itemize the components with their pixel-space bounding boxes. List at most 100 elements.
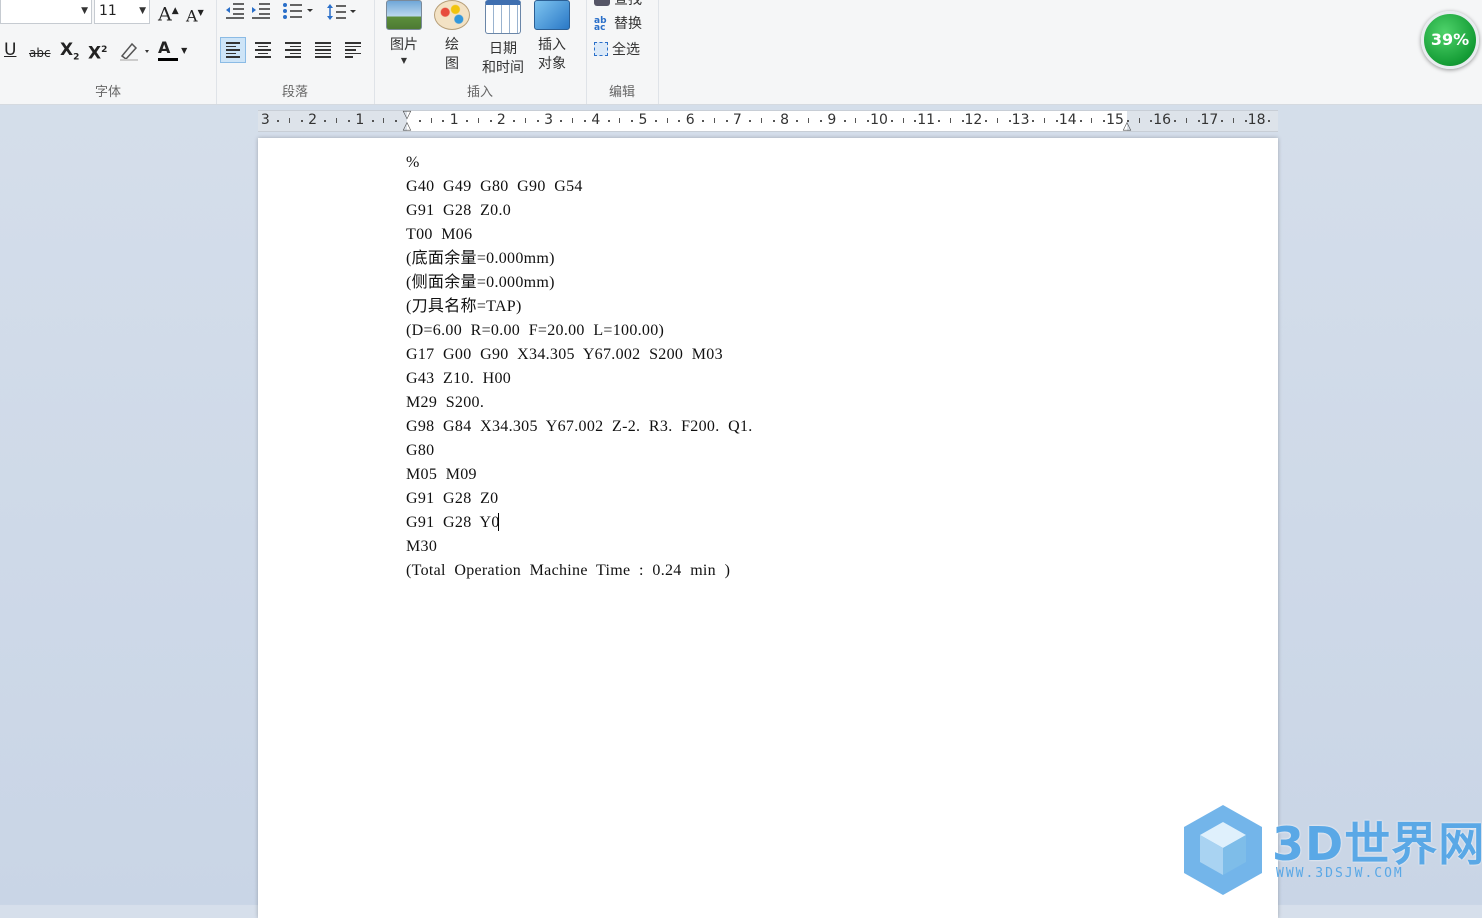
- ruler-tick: [371, 120, 374, 122]
- document-line: G80: [406, 442, 435, 459]
- ruler-tick: [1032, 120, 1035, 122]
- align-left-button[interactable]: [220, 37, 246, 63]
- document-page[interactable]: % G40 G49 G80 G90 G54 G91 G28 Z0.0 T00 M06 (…: [258, 138, 1278, 918]
- underline-button[interactable]: U: [4, 40, 16, 60]
- strikethrough-icon: abc: [29, 46, 51, 60]
- ruler-tick: [749, 120, 752, 122]
- insert-picture-label: 图片: [390, 37, 418, 53]
- ruler-tick: [560, 120, 563, 122]
- paragraph-group: 段落: [216, 0, 375, 104]
- insert-picture-button[interactable]: 图片 ▼: [384, 0, 424, 67]
- paragraph-group-label: 段落: [281, 85, 308, 100]
- ruler-tick: [843, 120, 846, 122]
- ruler-number: 10: [870, 112, 888, 128]
- ruler-tick: [961, 120, 964, 122]
- datetime-label-1: 日期: [489, 41, 517, 57]
- calendar-clock-icon: [485, 0, 521, 34]
- ruler-tick: [938, 120, 940, 122]
- subscript-button[interactable]: X2: [60, 40, 79, 67]
- chevron-down-icon: ▼: [139, 6, 146, 16]
- binoculars-icon: [594, 0, 610, 6]
- underline-icon: U: [4, 40, 17, 60]
- ruler-tick: [513, 120, 516, 122]
- document-line: (底面余量=0.000mm): [406, 250, 555, 267]
- insert-group-label: 插入: [466, 85, 493, 100]
- document-line: %: [406, 154, 420, 171]
- insert-object-button[interactable]: 插入 对象: [532, 0, 572, 74]
- select-all-button[interactable]: 全选: [594, 41, 640, 59]
- ruler-tick: [631, 120, 634, 122]
- bullet-list-icon[interactable]: [282, 2, 316, 20]
- ruler-tick: [1044, 118, 1046, 123]
- insert-datetime-button[interactable]: 日期 和时间: [478, 0, 528, 78]
- superscript-button[interactable]: X2: [88, 40, 107, 64]
- ruler-tick: [1197, 120, 1200, 122]
- ruler-tick: [1150, 120, 1153, 122]
- increase-indent-icon[interactable]: [250, 2, 272, 20]
- ruler-tick: [477, 118, 479, 123]
- highlight-button[interactable]: [118, 40, 152, 67]
- paint-label-2: 图: [445, 56, 459, 72]
- grow-font-button[interactable]: A▲: [158, 1, 179, 24]
- ruler-number: 16: [1153, 112, 1172, 128]
- find-button[interactable]: 查找: [594, 0, 642, 9]
- ruler-tick: [324, 120, 327, 122]
- right-indent-marker[interactable]: △: [1123, 119, 1131, 132]
- paragraph-settings-button[interactable]: [340, 37, 366, 63]
- strikethrough-button[interactable]: abc: [29, 43, 51, 63]
- ruler-tick: [666, 118, 668, 123]
- decrease-indent-icon[interactable]: [224, 2, 246, 20]
- ruler-number: 11: [917, 112, 936, 128]
- ruler-tick: [761, 118, 762, 123]
- ruler-tick: [867, 120, 870, 122]
- ruler-tick: [808, 118, 810, 123]
- font-size-combo[interactable]: 11 ▼: [94, 0, 150, 24]
- ruler-number: 15: [1106, 112, 1124, 128]
- paint-label-1: 绘: [445, 37, 459, 53]
- document-line: (刀具名称=TAP): [406, 298, 522, 315]
- watermark-brand: 3D世界网: [1272, 817, 1482, 871]
- ruler-tick: [855, 118, 857, 123]
- shrink-font-icon: A: [186, 6, 198, 26]
- ruler-tick: [949, 118, 951, 123]
- ruler-number: 3: [260, 112, 270, 128]
- shrink-font-button[interactable]: A▼: [186, 3, 204, 26]
- ruler-tick: [678, 120, 681, 122]
- font-group: ▼ 11 ▼ A▲ A▼ U abc X2 X2 A ▼ 字体: [0, 0, 217, 104]
- text-caret: [498, 513, 499, 531]
- line-spacing-icon[interactable]: [326, 2, 360, 22]
- left-indent-marker[interactable]: △: [403, 119, 411, 132]
- ruler-tick: [654, 120, 657, 122]
- chevron-down-icon: ▼: [81, 6, 88, 16]
- ruler-number: 8: [780, 112, 790, 128]
- ruler-tick: [902, 118, 904, 123]
- font-color-button[interactable]: A ▼: [158, 38, 192, 61]
- palette-icon: [434, 0, 470, 30]
- justify-button[interactable]: [310, 37, 336, 63]
- ruler-tick: [442, 120, 445, 122]
- font-name-combo[interactable]: ▼: [0, 0, 92, 24]
- align-center-button[interactable]: [250, 37, 276, 63]
- ruler-number: 9: [827, 112, 837, 128]
- document-line: G91 G28 Y0: [406, 514, 500, 531]
- ruler-number: 13: [1011, 112, 1030, 128]
- zoom-badge[interactable]: 39%: [1421, 11, 1479, 69]
- ruler-tick: [489, 120, 492, 122]
- align-right-button[interactable]: [280, 37, 306, 63]
- ruler-tick: [1174, 120, 1176, 122]
- document-line: (侧面余量=0.000mm): [406, 274, 555, 291]
- ruler-tick: [277, 120, 280, 122]
- ruler[interactable]: 3 2 1 1 2 3 4 5 6 7 8 9 10 11 12 13 14 15 16 17 18 ▽ △ △: [258, 108, 1278, 132]
- document-line: G91 G28 Z0.0: [406, 202, 512, 219]
- ruler-tick: [348, 120, 350, 122]
- ruler-number: 17: [1200, 112, 1219, 128]
- document-line: G98 G84 X34.305 Y67.002 Z-2. R3. F200. Q…: [406, 418, 753, 435]
- ruler-tick: [1244, 120, 1247, 122]
- find-label: 查找: [614, 0, 642, 8]
- replace-button[interactable]: ab ac 替换: [594, 15, 642, 33]
- ruler-tick: [725, 120, 728, 122]
- document-line: M30: [406, 538, 438, 555]
- ruler-number: 14: [1058, 112, 1077, 128]
- paint-button[interactable]: 绘 图: [432, 0, 472, 74]
- ruler-number: 18: [1247, 112, 1266, 128]
